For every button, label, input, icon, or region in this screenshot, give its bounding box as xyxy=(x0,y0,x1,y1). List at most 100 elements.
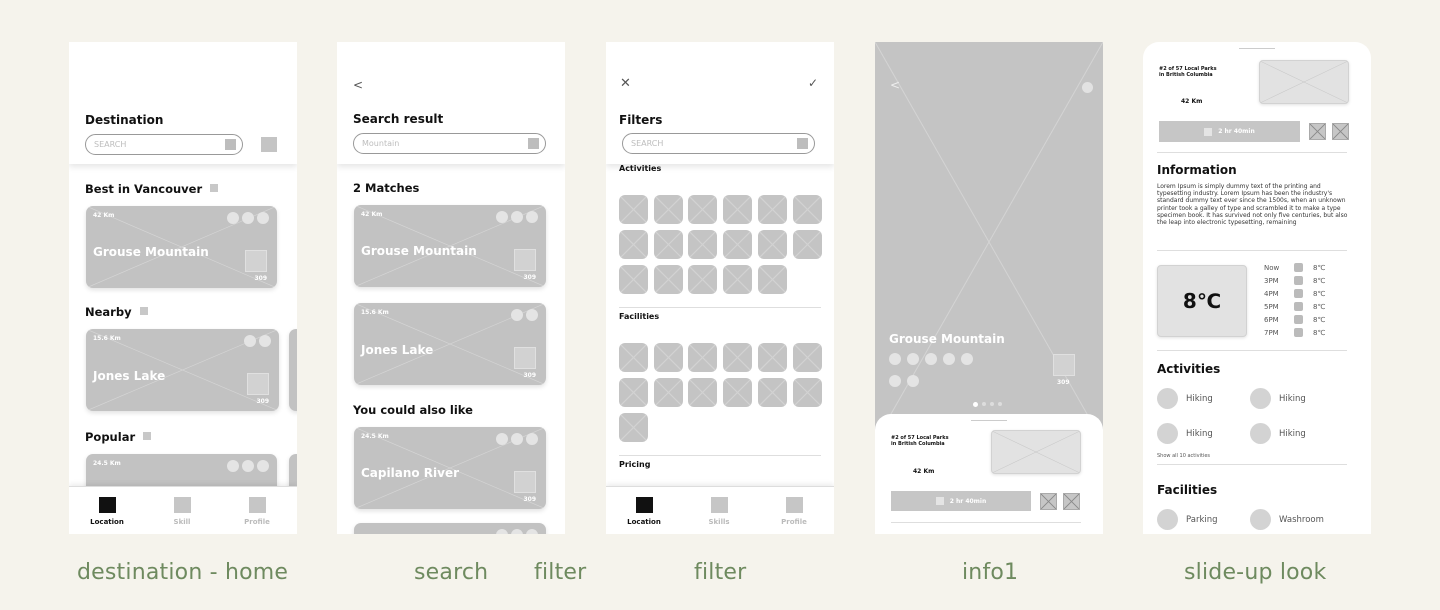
filter-chip[interactable] xyxy=(723,265,753,294)
nav-location[interactable]: Location xyxy=(614,497,674,526)
filter-chip[interactable] xyxy=(619,265,648,294)
nav-skills[interactable]: Skills xyxy=(689,497,749,526)
photo-icon[interactable] xyxy=(1053,354,1075,376)
photo-icon xyxy=(514,347,536,369)
place-card[interactable]: 15.6 Km Jones Lake 309 xyxy=(86,329,279,411)
filter-chip[interactable] xyxy=(757,230,787,259)
rank-text: #2 of 57 Local Parks in British Columbia xyxy=(891,435,949,447)
filter-chip[interactable] xyxy=(619,343,648,372)
activity-item[interactable]: Hiking xyxy=(1250,388,1306,409)
directions-button[interactable]: 2 hr 40min xyxy=(891,491,1031,511)
directions-button[interactable]: 2 hr 40min xyxy=(1159,121,1300,142)
close-icon[interactable]: ✕ xyxy=(620,76,631,91)
filter-chip[interactable] xyxy=(619,195,648,224)
activity-item[interactable]: Hiking xyxy=(1250,423,1306,444)
photo-count: 309 xyxy=(254,275,267,282)
washroom-icon xyxy=(1250,509,1271,530)
suggestion-card[interactable]: 24.5 Km Capilano River 309 xyxy=(354,427,546,509)
map-thumbnail[interactable] xyxy=(1259,60,1349,104)
duration-label: 2 hr 40min xyxy=(1218,128,1255,135)
back-button[interactable]: < xyxy=(890,78,900,92)
activity-item[interactable]: Hiking xyxy=(1157,423,1213,444)
filter-chip[interactable] xyxy=(653,378,683,407)
filter-chip[interactable] xyxy=(619,230,648,259)
filter-chip[interactable] xyxy=(653,230,683,259)
share-icon[interactable] xyxy=(1040,493,1057,510)
filter-chip[interactable] xyxy=(792,343,822,372)
filter-chip[interactable] xyxy=(653,195,683,224)
place-name: Grouse Mountain xyxy=(889,332,1005,346)
forecast-row: 5PM 8℃ xyxy=(1264,302,1325,311)
filter-chip[interactable] xyxy=(757,343,787,372)
search-input[interactable]: SEARCH xyxy=(85,134,243,155)
divider xyxy=(619,455,821,456)
carousel-indicator[interactable] xyxy=(973,402,1002,407)
filter-chip[interactable] xyxy=(688,230,718,259)
back-button[interactable]: < xyxy=(353,78,363,92)
duration-label: 2 hr 40min xyxy=(949,497,987,505)
nav-skill[interactable]: Skill xyxy=(152,497,212,526)
favorite-icon[interactable] xyxy=(1082,82,1093,93)
show-all-activities-link[interactable]: Show all 10 activities xyxy=(1157,453,1210,459)
drag-handle[interactable] xyxy=(971,420,1007,421)
map-icon[interactable] xyxy=(261,137,277,152)
filter-chip[interactable] xyxy=(757,195,787,224)
weather-icon xyxy=(1294,289,1303,298)
section-pricing: Pricing xyxy=(619,460,651,469)
filter-chip[interactable] xyxy=(792,230,822,259)
distance: 42 Km xyxy=(913,468,935,475)
map-thumbnail[interactable] xyxy=(991,430,1081,474)
place-card-peek[interactable] xyxy=(289,329,297,411)
search-icon xyxy=(225,139,236,150)
filter-chip[interactable] xyxy=(723,195,753,224)
divider xyxy=(1157,250,1347,251)
activity-item[interactable]: Hiking xyxy=(1157,388,1213,409)
bookmark-icon[interactable] xyxy=(1063,493,1080,510)
match-count: 2 Matches xyxy=(353,181,420,195)
filter-chip[interactable] xyxy=(792,378,822,407)
forecast-row: 3PM 8℃ xyxy=(1264,276,1325,285)
search-query: Mountain xyxy=(362,139,400,148)
filter-chip[interactable] xyxy=(723,230,753,259)
place-name: Grouse Mountain xyxy=(93,245,209,259)
header: ✕ ✓ Filters SEARCH xyxy=(606,42,834,164)
search-input[interactable]: SEARCH xyxy=(622,133,815,154)
nav-profile[interactable]: Profile xyxy=(227,497,287,526)
page-title: Filters xyxy=(619,113,663,127)
result-card[interactable]: 42 Km Grouse Mountain 309 xyxy=(354,205,546,287)
distance: 24.5 Km xyxy=(361,433,389,440)
filter-chip[interactable] xyxy=(619,413,648,442)
search-input[interactable]: Mountain xyxy=(353,133,546,154)
divider xyxy=(1157,350,1347,351)
confirm-icon[interactable]: ✓ xyxy=(808,76,818,90)
filter-chip[interactable] xyxy=(688,195,718,224)
share-icon[interactable] xyxy=(1309,123,1326,140)
facility-item[interactable]: Washroom xyxy=(1250,509,1324,530)
filter-chip[interactable] xyxy=(757,378,787,407)
divider xyxy=(891,522,1081,523)
filter-chip[interactable] xyxy=(688,265,718,294)
filter-chip[interactable] xyxy=(688,378,718,407)
section-also-like: You could also like xyxy=(353,403,473,417)
car-icon xyxy=(1204,127,1213,136)
rating-dots xyxy=(227,460,269,472)
filter-chip[interactable] xyxy=(792,195,822,224)
filter-chip[interactable] xyxy=(723,343,753,372)
filter-chip[interactable] xyxy=(653,265,683,294)
distance: 15.6 Km xyxy=(93,335,121,342)
drag-handle[interactable] xyxy=(1239,48,1275,49)
result-card[interactable]: 15.6 Km Jones Lake 309 xyxy=(354,303,546,385)
suggestion-card[interactable] xyxy=(354,523,546,534)
nav-profile[interactable]: Profile xyxy=(764,497,824,526)
photo-icon xyxy=(247,373,269,395)
bottom-sheet[interactable]: #2 of 57 Local Parks in British Columbia … xyxy=(875,414,1103,534)
nav-location[interactable]: Location xyxy=(77,497,137,526)
filter-chip[interactable] xyxy=(688,343,718,372)
facility-item[interactable]: Parking xyxy=(1157,509,1218,530)
place-card[interactable]: 42 Km Grouse Mountain 309 xyxy=(86,206,277,288)
filter-chip[interactable] xyxy=(619,378,648,407)
filter-chip[interactable] xyxy=(653,343,683,372)
bookmark-icon[interactable] xyxy=(1332,123,1349,140)
filter-chip[interactable] xyxy=(723,378,753,407)
filter-chip[interactable] xyxy=(757,265,787,294)
